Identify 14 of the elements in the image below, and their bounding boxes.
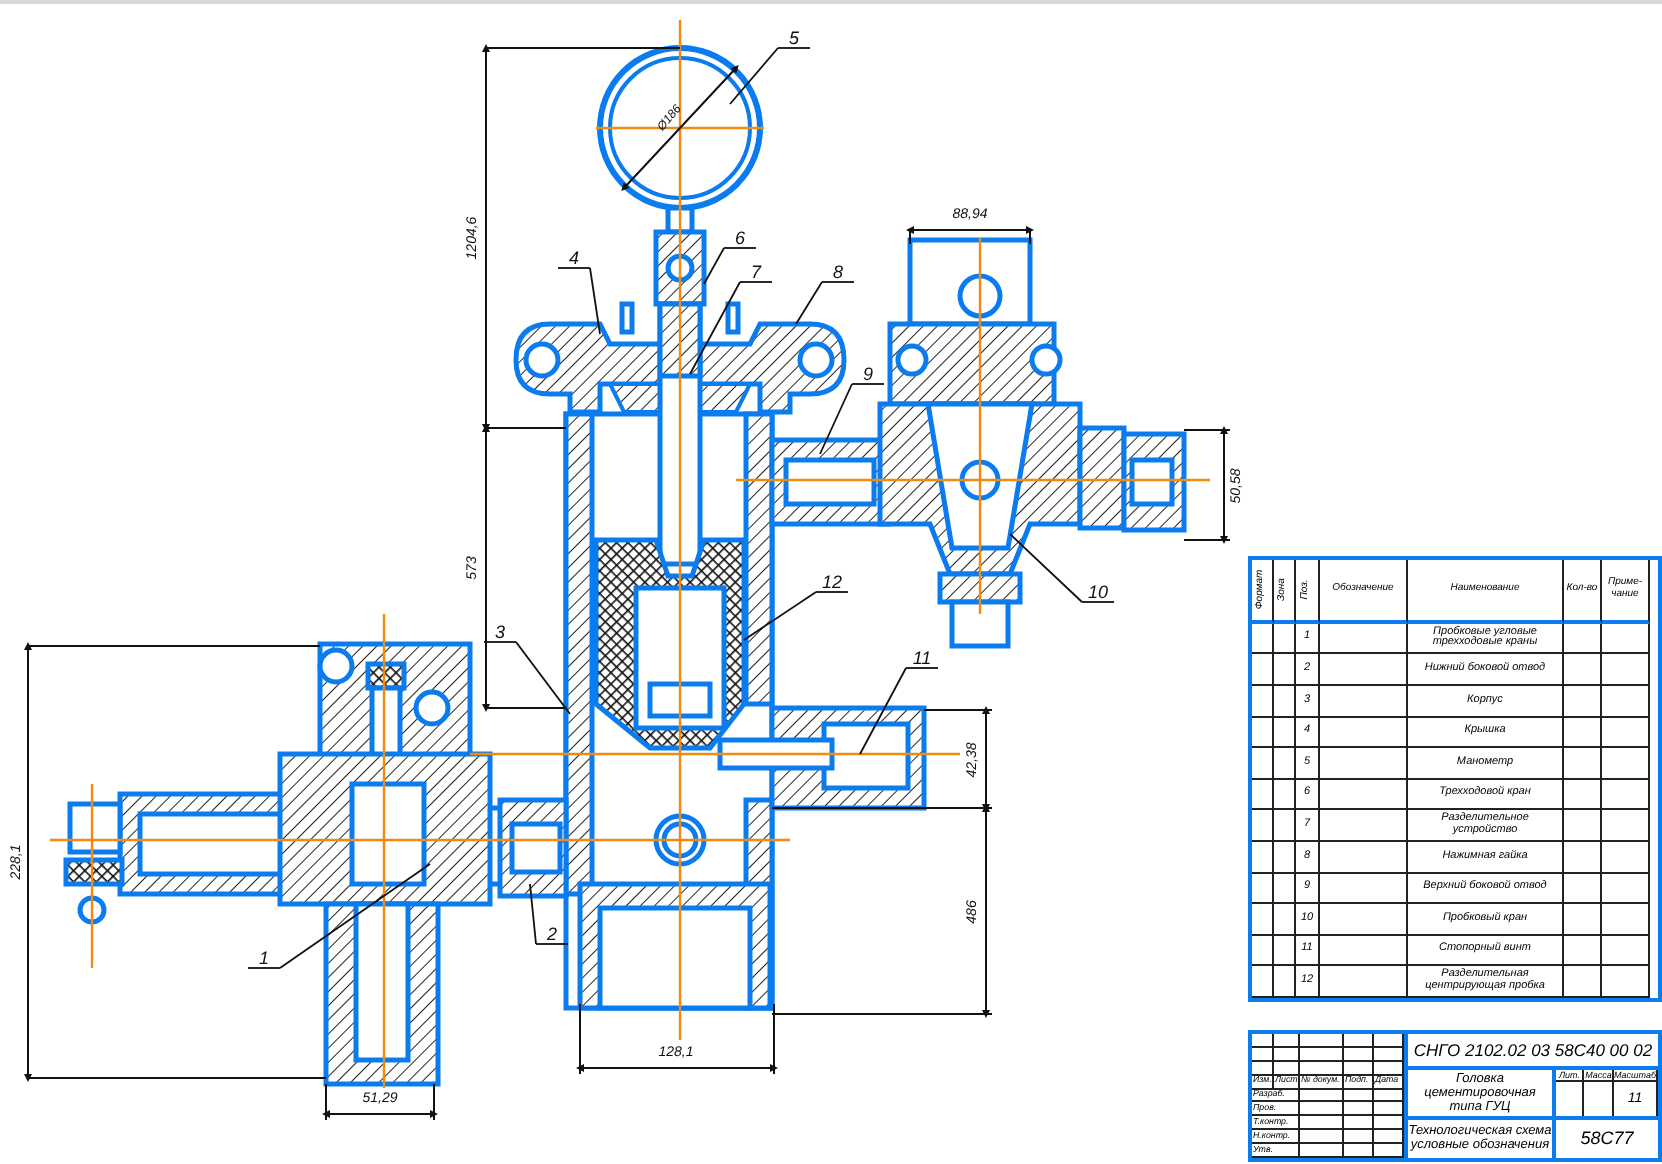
position-number: 10 — [1088, 582, 1108, 602]
position-number: 11 — [912, 648, 932, 668]
position-number: 9 — [863, 364, 873, 384]
position-number: 5 — [789, 28, 799, 48]
document-code: СНГО 2102.02 03 58С40 00 02 — [1408, 1034, 1658, 1070]
position-number: 7 — [751, 262, 761, 282]
position-number: 12 — [822, 572, 842, 592]
position-number: 3 — [495, 622, 505, 642]
group-code: 58С77 — [1578, 1126, 1636, 1153]
position-number: 8 — [833, 262, 843, 282]
position-number: 4 — [569, 248, 579, 268]
position-number: 6 — [735, 228, 745, 248]
position-number: 1 — [259, 948, 269, 968]
position-number: 2 — [547, 924, 557, 944]
